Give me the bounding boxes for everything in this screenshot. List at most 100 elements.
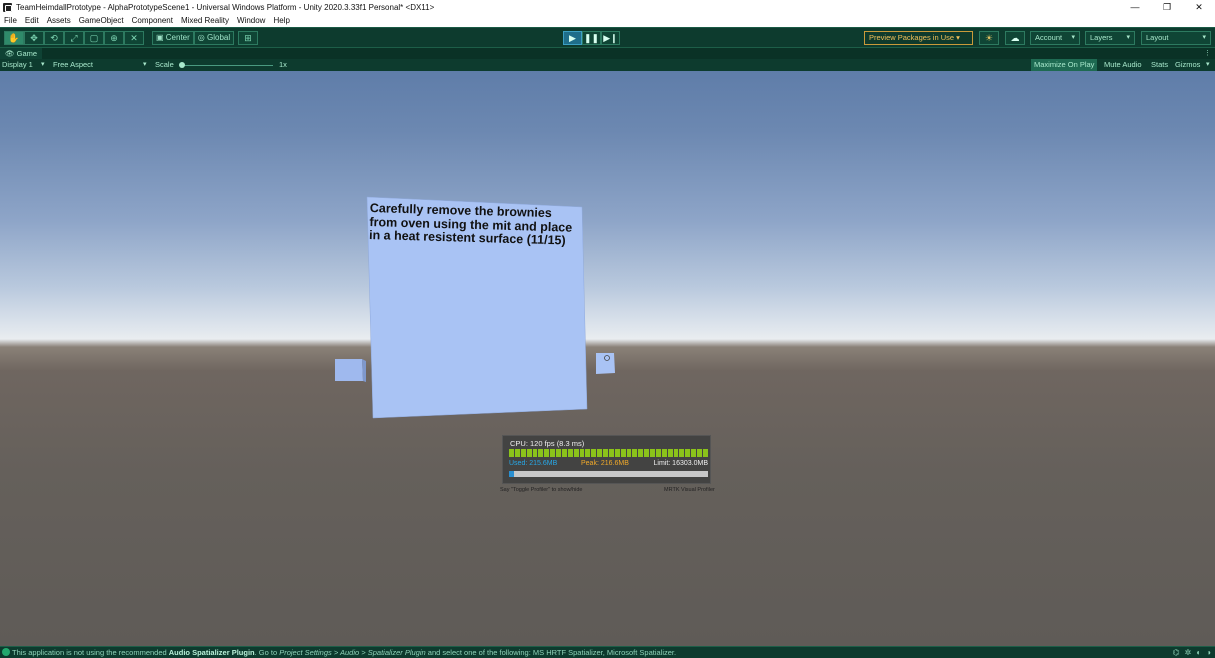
layout-label: Layout: [1146, 33, 1169, 42]
menu-bar: File Edit Assets GameObject Component Mi…: [0, 14, 1215, 27]
stats-toggle[interactable]: Stats: [1148, 59, 1171, 71]
display-chevron-down-icon: ▾: [41, 61, 45, 68]
tab-game-label: Game: [16, 49, 38, 58]
scale-slider-track[interactable]: [180, 65, 273, 66]
layers-label: Layers: [1090, 33, 1113, 42]
pause-icon[interactable]: ❚❚: [582, 31, 601, 45]
minimize-button[interactable]: —: [1119, 0, 1151, 14]
profiler-frame-bar: [608, 449, 614, 457]
layers-dropdown[interactable]: Layers: [1085, 31, 1135, 45]
status-info-icon: [2, 648, 10, 656]
window-title: TeamHeimdallPrototype - AlphaPrototypeSc…: [16, 2, 435, 12]
profiler-frame-bar: [620, 449, 626, 457]
profiler-frame-bar: [673, 449, 679, 457]
tab-menu-icon[interactable]: ⋮: [1204, 48, 1211, 59]
gizmos-chevron-down-icon[interactable]: ▾: [1206, 59, 1210, 71]
hand-tool-icon[interactable]: ✋: [4, 31, 24, 45]
game-viewport[interactable]: Carefully remove the brownies from oven …: [0, 71, 1215, 646]
menu-mixed-reality[interactable]: Mixed Reality: [181, 16, 229, 25]
preview-packages-button[interactable]: Preview Packages in Use ▾: [864, 31, 973, 45]
account-label: Account: [1035, 33, 1063, 42]
custom-tool-icon[interactable]: ✕: [124, 31, 144, 45]
menu-component[interactable]: Component: [132, 16, 173, 25]
profiler-frame-bar: [532, 449, 538, 457]
pivot-global-button[interactable]: ◎ Global: [193, 31, 235, 45]
status-bold: Audio Spatializer Plugin: [168, 648, 255, 657]
profiler-frame-bar: [697, 449, 702, 457]
right-cube[interactable]: [596, 353, 615, 374]
profiler-frame-bar: [603, 449, 608, 457]
network-icon[interactable]: ⌬: [1173, 647, 1180, 658]
mute-audio-toggle[interactable]: Mute Audio: [1101, 59, 1145, 71]
tab-game[interactable]: 👁 Game: [0, 48, 43, 59]
profiler-frame-bar: [538, 449, 544, 457]
game-view-icon: 👁: [5, 49, 15, 58]
aspect-chevron-down-icon: ▾: [143, 61, 147, 68]
menu-file[interactable]: File: [4, 16, 17, 25]
scale-label: Scale: [155, 60, 174, 69]
display-dropdown[interactable]: Display 1: [2, 59, 33, 71]
menu-help[interactable]: Help: [273, 16, 289, 25]
pivot-label: Center: [165, 33, 190, 42]
collab-icon[interactable]: ☀: [979, 31, 999, 45]
pivot-tools: ▣ Center ◎ Global: [152, 31, 235, 45]
scale-slider-handle[interactable]: [179, 62, 185, 68]
profiler-frame-bar: [667, 449, 673, 457]
grid-snap-icon[interactable]: ⊞: [238, 31, 258, 45]
cloud-icon[interactable]: ☁: [1005, 31, 1025, 45]
restore-button[interactable]: ❐: [1151, 0, 1183, 14]
profiler-limit: Limit: 16303.0MB: [653, 460, 708, 467]
move-tool-icon[interactable]: ✥: [24, 31, 44, 45]
profiler-frame-bar: [520, 449, 526, 457]
layout-dropdown[interactable]: Layout: [1141, 31, 1211, 45]
lighting-icon[interactable]: ◑: [1206, 647, 1211, 658]
window-title-bar: TeamHeimdallPrototype - AlphaPrototypeSc…: [0, 0, 1215, 14]
profiler-frame-bar: [597, 449, 602, 457]
pivot-center-button[interactable]: ▣ Center: [152, 31, 194, 45]
unity-logo-icon: [3, 2, 12, 12]
bug-icon[interactable]: ✲: [1185, 647, 1192, 658]
gizmos-toggle[interactable]: Gizmos: [1172, 59, 1203, 71]
profiler-frame-bar: [614, 449, 620, 457]
profiler-frame-bar: [685, 449, 691, 457]
profiler-frame-bar: [526, 449, 532, 457]
play-controls: ▶ ❚❚ ▶❙: [563, 31, 620, 45]
left-cube[interactable]: [335, 359, 366, 382]
profiler-frame-bar: [573, 449, 579, 457]
profiler-frame-bar: [661, 449, 667, 457]
maximize-on-play-toggle[interactable]: Maximize On Play: [1031, 59, 1098, 71]
profiler-memory-fill: [509, 471, 514, 477]
profiler-frame-bar: [556, 449, 561, 457]
profiler-cpu: CPU: 120 fps (8.3 ms): [510, 439, 585, 448]
profiler-name: MRTK Visual Profiler: [664, 487, 715, 493]
profiler-frame-bars: [509, 449, 708, 457]
progress-icon[interactable]: ◐: [1196, 647, 1201, 658]
profiler-frame-bar: [679, 449, 685, 457]
profiler-frame-bar: [509, 449, 514, 457]
close-button[interactable]: ✕: [1183, 0, 1215, 14]
play-icon[interactable]: ▶: [563, 31, 582, 45]
profiler-frame-bar: [691, 449, 696, 457]
scene-geometry: [335, 196, 615, 419]
aspect-dropdown[interactable]: Free Aspect: [53, 59, 93, 71]
menu-edit[interactable]: Edit: [25, 16, 39, 25]
transform-tool-icon[interactable]: ⊕: [104, 31, 124, 45]
menu-assets[interactable]: Assets: [47, 16, 71, 25]
profiler-frame-bar: [550, 449, 555, 457]
account-dropdown[interactable]: Account: [1030, 31, 1080, 45]
instruction-text: Carefully remove the brownies from oven …: [368, 201, 573, 248]
status-message[interactable]: This application is not using the recomm…: [12, 647, 676, 658]
profiler-frame-bar: [579, 449, 585, 457]
status-bar: This application is not using the recomm…: [0, 646, 1215, 658]
profiler-frame-bar: [585, 449, 591, 457]
scale-tool-icon[interactable]: ⤢: [64, 31, 84, 45]
profiler-frame-bar: [638, 449, 644, 457]
rotate-tool-icon[interactable]: ⟲: [44, 31, 64, 45]
profiler-memory-track: [509, 471, 708, 477]
step-icon[interactable]: ▶❙: [601, 31, 620, 45]
menu-gameobject[interactable]: GameObject: [79, 16, 124, 25]
menu-window[interactable]: Window: [237, 16, 265, 25]
profiler-used: Used: 215.6MB: [509, 460, 558, 467]
rect-tool-icon[interactable]: ▢: [84, 31, 104, 45]
status-italic: Project Settings > Audio > Spatializer P…: [279, 648, 426, 657]
